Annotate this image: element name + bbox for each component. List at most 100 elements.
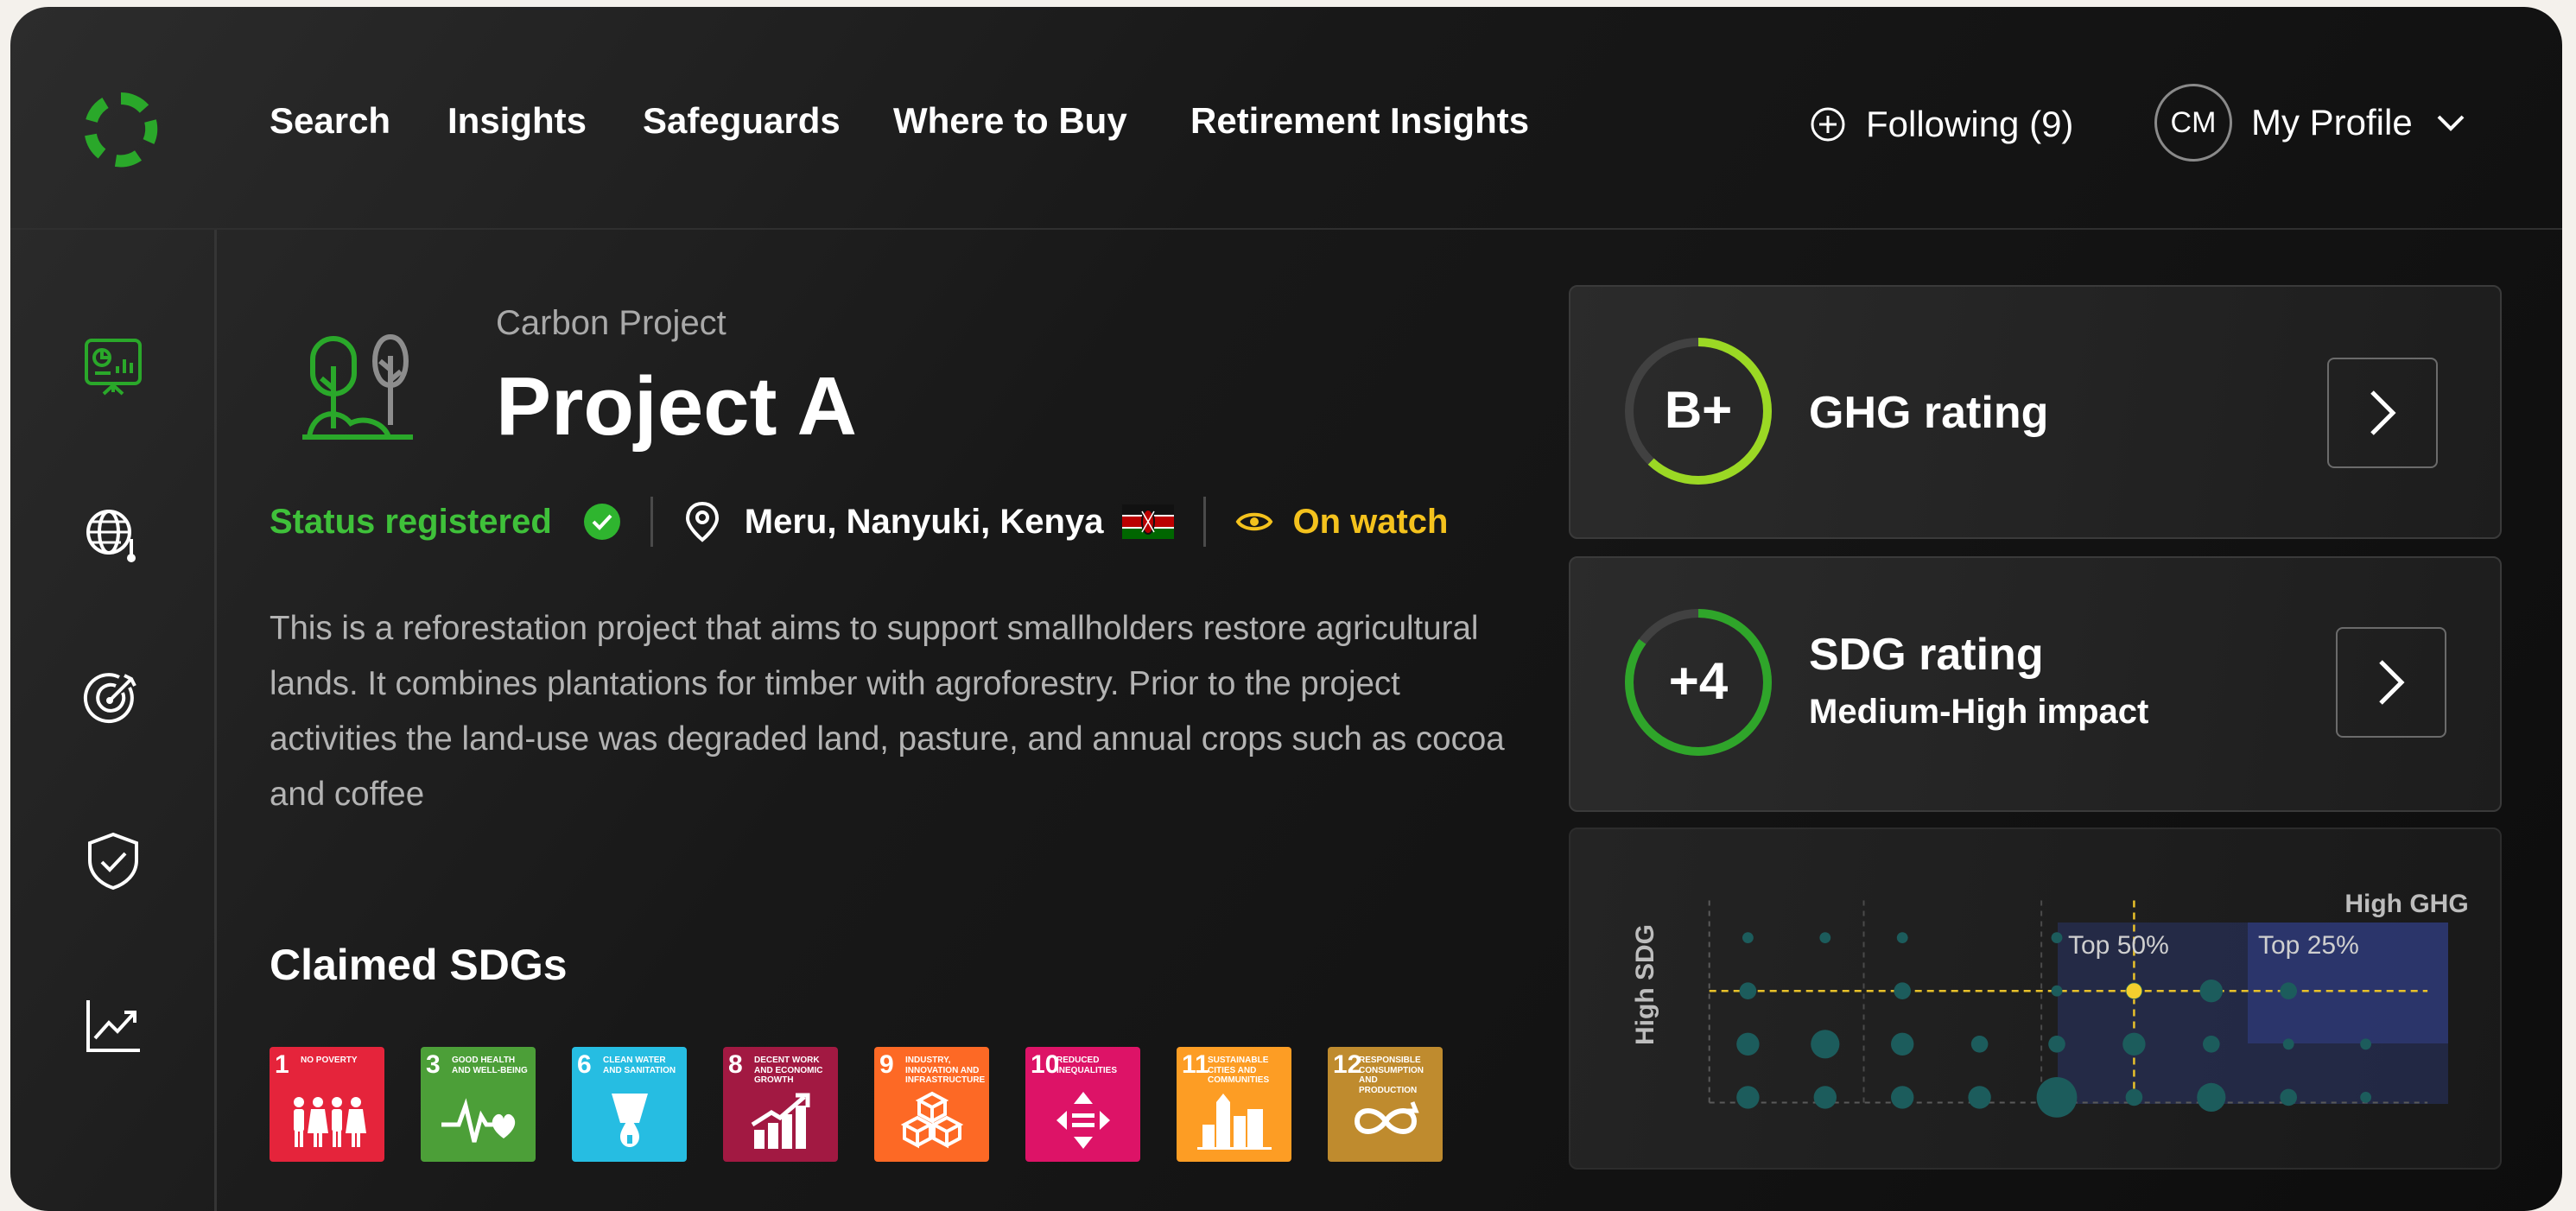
nav-where-to-buy-link[interactable]: Where to Buy <box>893 100 1127 142</box>
sdg-number: 6 <box>577 1050 592 1079</box>
avatar: CM <box>2154 84 2232 162</box>
following-label: Following (9) <box>1866 104 2074 144</box>
scatter-point[interactable] <box>2203 1036 2220 1053</box>
sdg-label: Sustainable Cities and Communities <box>1208 1056 1270 1085</box>
top-navigation: Search Insights Safeguards Where to Buy … <box>10 7 2562 230</box>
sdg-tiles: 1 No Poverty 3 Good Health and Well-Bein… <box>270 1047 1443 1162</box>
sdg-tile-3[interactable]: 3 Good Health and Well-Being <box>421 1047 536 1162</box>
divider <box>1203 497 1207 547</box>
scatter-point[interactable] <box>2280 1088 2297 1106</box>
target-icon[interactable] <box>81 667 145 731</box>
scatter-point[interactable] <box>1811 1030 1840 1059</box>
plus-circle-icon <box>1811 107 1845 142</box>
scatter-point[interactable] <box>2051 932 2063 943</box>
nav-search-link[interactable]: Search <box>270 100 390 142</box>
sdg-number: 3 <box>426 1050 441 1079</box>
nav-retirement-insights-link[interactable]: Retirement Insights <box>1190 100 1529 142</box>
page-title: Project A <box>496 360 857 453</box>
scatter-point[interactable] <box>1891 1086 1914 1109</box>
profile-label: My Profile <box>2251 102 2413 143</box>
sdg-label: Clean Water and Sanitation <box>603 1056 676 1075</box>
nav-safeguards-link[interactable]: Safeguards <box>643 100 841 142</box>
scatter-point[interactable] <box>1896 932 1908 943</box>
sdg-rating-title: SDG rating <box>1809 630 2044 680</box>
cubes-icon <box>900 1091 964 1149</box>
scatter-point[interactable] <box>2197 1082 2226 1112</box>
sdg-number: 12 <box>1333 1050 1362 1079</box>
globe-climate-icon[interactable] <box>81 503 145 567</box>
profile-menu[interactable]: CM My Profile <box>2154 83 2470 162</box>
scatter-point[interactable] <box>1739 982 1757 999</box>
sdg-rating-card[interactable]: +4 SDG rating Medium-High impact <box>1569 556 2502 812</box>
divider <box>650 497 653 547</box>
sdg-tile-6[interactable]: 6 Clean Water and Sanitation <box>572 1047 687 1162</box>
chevron-right-icon <box>2379 660 2405 705</box>
scatter-point[interactable] <box>2280 982 2297 999</box>
location-pin-icon <box>685 501 719 542</box>
project-highlight-point[interactable] <box>2126 983 2142 999</box>
scatter-point[interactable] <box>1742 932 1754 943</box>
scatter-point[interactable] <box>2282 1038 2294 1050</box>
shield-check-icon[interactable] <box>81 829 145 893</box>
scatter-point[interactable] <box>1968 1086 1991 1109</box>
project-meta-row: Status registered Meru, Nanyuki, Kenya O… <box>270 491 1449 553</box>
top-25-label: Top 25% <box>2258 931 2359 960</box>
scatter-point[interactable] <box>1819 932 1831 943</box>
sdg-number: 10 <box>1031 1050 1060 1079</box>
scatter-point[interactable] <box>2360 1092 2371 1103</box>
trend-chart-icon[interactable] <box>81 993 145 1057</box>
claimed-sdgs-heading: Claimed SDGs <box>270 941 568 989</box>
sdg-tile-9[interactable]: 9 Industry, Innovation and Infrastructur… <box>874 1047 989 1162</box>
nav-insights-link[interactable]: Insights <box>447 100 587 142</box>
sdg-tile-8[interactable]: 8 Decent Work and Economic Growth <box>723 1047 838 1162</box>
scatter-point[interactable] <box>1736 1032 1760 1056</box>
ghg-rating-card[interactable]: B+ GHG rating <box>1569 285 2502 539</box>
infinity-icon <box>1354 1101 1419 1134</box>
people-icon <box>294 1097 366 1147</box>
scatter-point[interactable] <box>2036 1077 2078 1118</box>
chevron-down-icon <box>2437 115 2465 131</box>
scatter-point[interactable] <box>1736 1086 1760 1109</box>
sdg-tile-11[interactable]: 11 Sustainable Cities and Communities <box>1177 1047 1291 1162</box>
water-drop-icon <box>612 1094 648 1147</box>
scatter-point[interactable] <box>2199 980 2223 1003</box>
sidebar <box>10 230 217 1211</box>
scatter-point[interactable] <box>1891 1032 1914 1056</box>
scatter-point[interactable] <box>1894 982 1911 999</box>
sdg-label: Industry, Innovation and Infrastructure <box>905 1056 986 1085</box>
following-button[interactable]: Following (9) <box>1809 98 2073 150</box>
check-circle-icon <box>583 504 620 540</box>
ghg-details-button[interactable] <box>2327 358 2438 468</box>
sdg-number: 11 <box>1182 1050 1209 1079</box>
sdg-number: 8 <box>728 1050 743 1079</box>
scatter-point[interactable] <box>2048 1036 2065 1053</box>
equality-arrows-icon <box>1056 1092 1110 1149</box>
city-icon <box>1197 1094 1272 1150</box>
project-kicker: Carbon Project <box>496 304 726 342</box>
sdg-score: +4 <box>1668 652 1729 710</box>
ghg-sdg-scatter-chart: High GHG High SDG Top 50% Top 25% <box>1631 890 2469 1118</box>
app-window: Search Insights Safeguards Where to Buy … <box>10 7 2562 1211</box>
sdg-number: 9 <box>879 1050 894 1079</box>
eye-icon <box>1236 512 1273 531</box>
heartbeat-icon <box>441 1098 516 1143</box>
chart-y-label: High SDG <box>1631 924 1659 1045</box>
scatter-point[interactable] <box>2051 985 2063 997</box>
sdg-label: No Poverty <box>301 1056 358 1065</box>
avatar-initials: CM <box>2170 105 2217 139</box>
ghg-sdg-scatter-card: High GHG High SDG Top 50% Top 25% <box>1569 827 2502 1170</box>
sdg-tile-12[interactable]: 12 Responsible Consumption and Productio… <box>1328 1047 1443 1162</box>
scatter-point[interactable] <box>1970 1036 1989 1053</box>
top-50-label: Top 50% <box>2068 931 2169 960</box>
brand-logo-icon[interactable] <box>81 90 161 169</box>
scatter-point[interactable] <box>2122 1032 2146 1056</box>
scatter-point[interactable] <box>2125 1088 2143 1106</box>
sdg-tile-10[interactable]: 10 Reduced Inequalities <box>1025 1047 1140 1162</box>
sdg-details-button[interactable] <box>2336 627 2446 738</box>
growth-chart-icon <box>751 1093 810 1149</box>
dashboard-presentation-icon[interactable] <box>81 335 145 399</box>
sdg-tile-1[interactable]: 1 No Poverty <box>270 1047 384 1162</box>
watch-status: On watch <box>1292 502 1449 541</box>
scatter-point[interactable] <box>2360 1038 2371 1050</box>
scatter-point[interactable] <box>1813 1086 1837 1109</box>
